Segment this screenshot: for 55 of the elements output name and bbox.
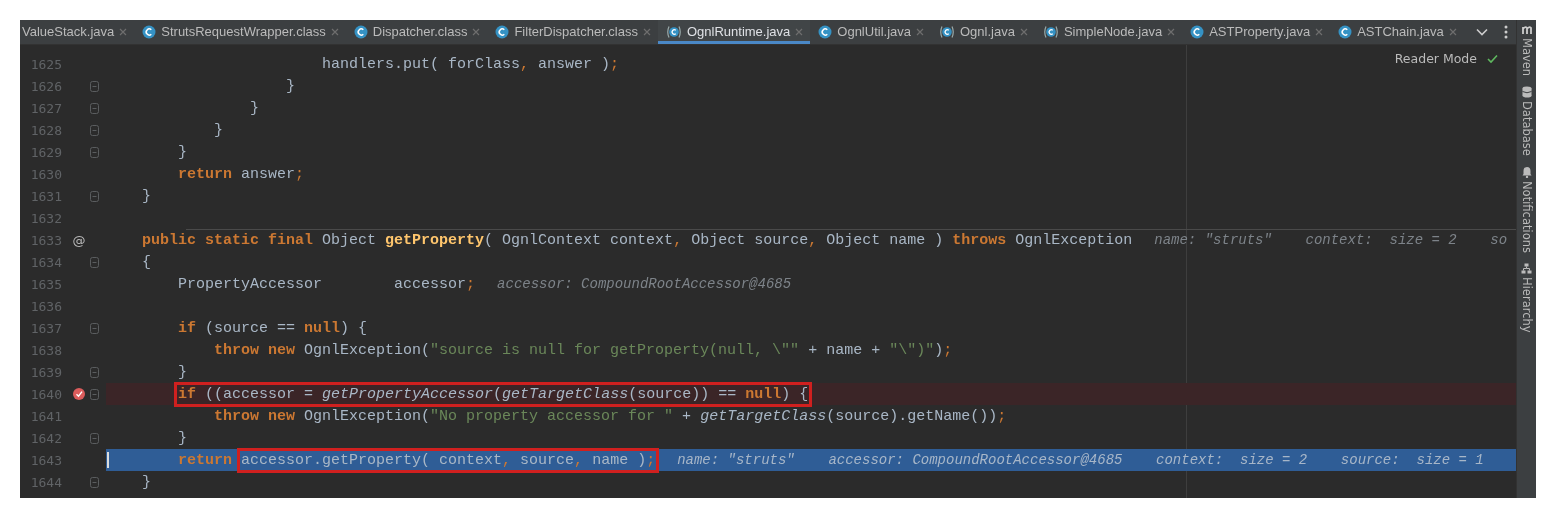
code-line: throw new OgnlException("No property accessor for " + getTargetClass(source).getName()); [213, 407, 1007, 425]
code-line: } [213, 121, 224, 139]
line-number: 1634 [29, 254, 63, 270]
code-line: throw new OgnlException("source is null for getProperty(null, \"" + name + "\")"); [213, 341, 953, 359]
line-number: 1632 [29, 210, 63, 226]
line-number: 1631 [29, 188, 63, 204]
code-line: } [177, 363, 187, 381]
code-line: PropertyAccessor accessor; [177, 275, 476, 293]
code-line: { [141, 253, 151, 271]
code-line: handlers.put( forClass, answer ); [321, 55, 620, 73]
file-tab[interactable]: StrutsRequestWrapper.class [134, 20, 346, 44]
line-number: 1637 [29, 320, 63, 336]
line-number: 1633 [29, 232, 63, 248]
code-line: if (source == null) { [177, 319, 368, 337]
debug-value-hint: name: "struts" accessor: CompoundRootAccessor@4685 context: size = 2 source: size = 1 [677, 452, 1484, 468]
file-tab[interactable]: ASTChain.java [1330, 20, 1464, 44]
debug-value-hint: accessor: CompoundRootAccessor@4685 [497, 276, 792, 292]
file-tab[interactable]: SimpleNode.java [1034, 20, 1183, 44]
file-tab[interactable]: FilterDispatcher.class [487, 20, 658, 44]
override-marker[interactable]: @ [72, 232, 86, 248]
file-tab[interactable]: ASTProperty.java [1182, 20, 1331, 44]
line-number: 1630 [29, 166, 63, 182]
code-line: } [177, 143, 187, 161]
line-number: 1642 [29, 430, 63, 446]
tool-window-button[interactable]: Database [1519, 101, 1534, 156]
line-number: 1639 [29, 364, 63, 380]
code-line: } [141, 187, 151, 205]
code-line: } [285, 77, 296, 95]
line-number: 1629 [29, 144, 63, 160]
line-number: 1627 [29, 100, 63, 116]
code-line: } [177, 429, 187, 447]
line-number: 1641 [29, 408, 63, 424]
code-line: public static final Object getProperty( OgnlContext context, Object source, Object name ) throws OgnlException [141, 231, 1133, 249]
tool-window-button[interactable]: Notifications [1519, 181, 1534, 253]
file-tab[interactable]: Dispatcher.class [345, 20, 488, 44]
tool-window-button[interactable]: Hierarchy [1519, 277, 1534, 333]
line-number: 1635 [29, 276, 63, 292]
line-number: 1638 [29, 342, 63, 358]
file-tab[interactable]: ValueStack.java [20, 20, 135, 44]
line-number: 1640 [29, 386, 63, 402]
code-line: return answer; [177, 165, 305, 183]
line-number: 1644 [29, 474, 63, 490]
line-number: 1636 [29, 298, 63, 314]
tool-window-button[interactable]: Maven [1519, 38, 1534, 77]
line-number: 1643 [29, 452, 63, 468]
line-number: 1626 [29, 78, 63, 94]
file-tab[interactable]: Ognl.java [931, 20, 1035, 44]
file-tab[interactable]: OgnlUtil.java [810, 20, 931, 44]
code-line: } [141, 473, 151, 491]
file-tab[interactable]: OgnlRuntime.java [657, 20, 811, 44]
reader-mode-link[interactable]: Reader Mode [1394, 51, 1477, 66]
code-line: } [249, 99, 260, 117]
line-number: 1628 [29, 122, 63, 138]
debug-value-hint: name: "struts" context: size = 2 so [1154, 232, 1508, 248]
line-number: 1625 [29, 56, 63, 72]
